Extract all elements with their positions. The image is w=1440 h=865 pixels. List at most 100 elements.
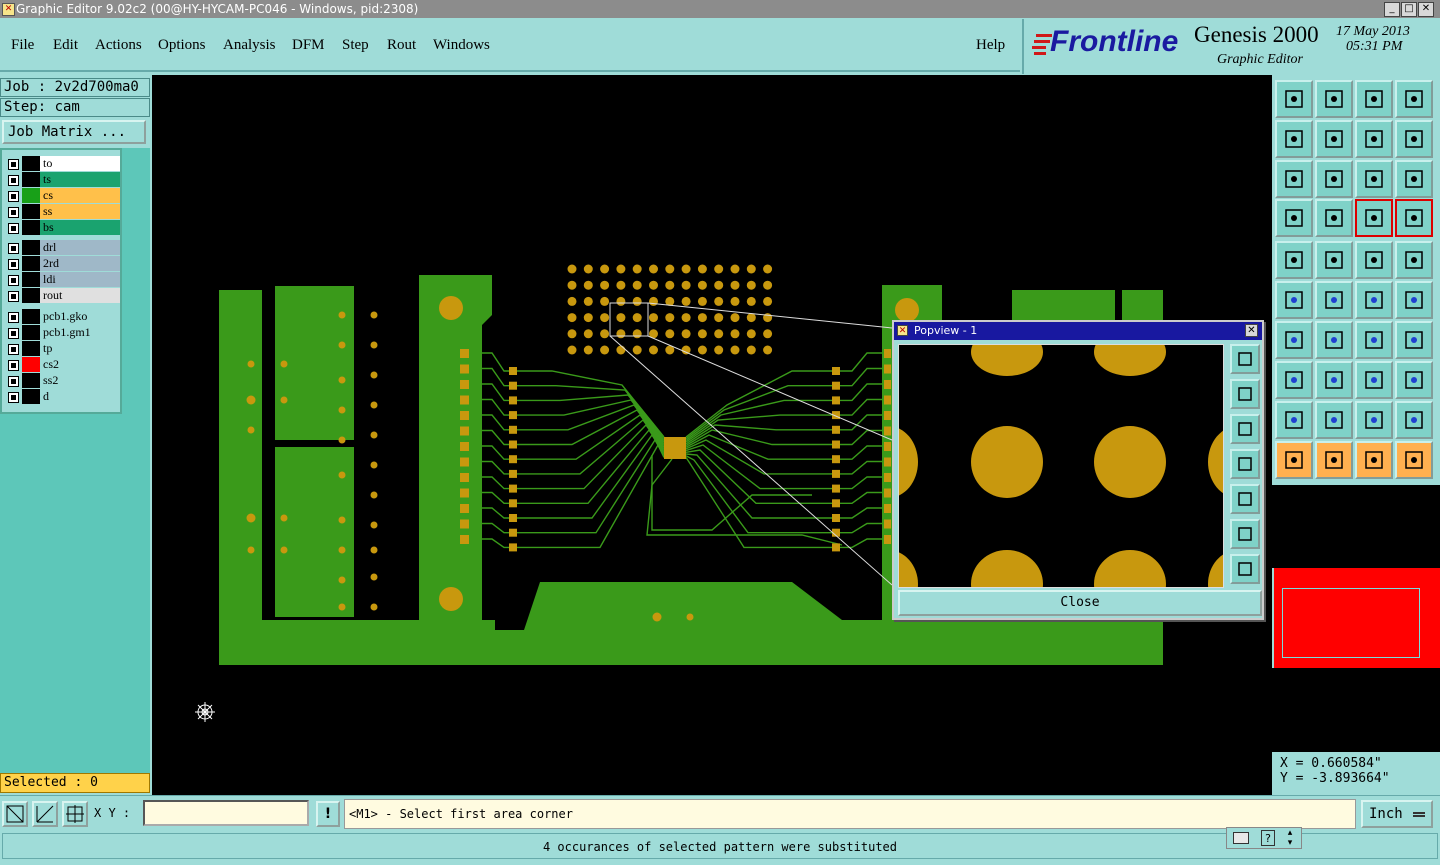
menu-edit[interactable]: Edit (53, 37, 78, 54)
layer-color-swatch[interactable] (22, 357, 40, 372)
popview-window[interactable]: ✕ Popview - 1 ✕ Close (892, 320, 1264, 620)
menu-actions[interactable]: Actions (95, 37, 142, 54)
angle-line-icon[interactable] (1275, 321, 1313, 359)
layer-checkbox[interactable] (8, 159, 19, 170)
triangle-bridge-icon[interactable] (1395, 401, 1433, 439)
query-icon[interactable] (1395, 160, 1433, 198)
layer-row-ss2[interactable]: ss2 (6, 373, 120, 388)
popview-right-icon[interactable] (1230, 484, 1260, 514)
popview-down-icon[interactable] (1230, 414, 1260, 444)
net-highlight-icon[interactable] (1355, 199, 1393, 237)
layer-checkbox[interactable] (8, 360, 19, 371)
layer-name[interactable]: to (40, 156, 120, 171)
layer-color-swatch[interactable] (22, 325, 40, 340)
layer-row-bs[interactable]: bs (6, 220, 120, 235)
drill-icon[interactable] (1315, 199, 1353, 237)
redo-icon[interactable] (1395, 120, 1433, 158)
surface-icon[interactable] (1315, 241, 1353, 279)
scale-1-2-icon[interactable] (1355, 160, 1393, 198)
layer-checkbox[interactable] (8, 175, 19, 186)
popview-left-icon[interactable] (1230, 449, 1260, 479)
menu-file[interactable]: File (11, 37, 34, 54)
add-line-icon[interactable] (1355, 281, 1393, 319)
spin-arrows-icon[interactable]: ▴ ▾ (1283, 828, 1297, 848)
menu-dfm[interactable]: DFM (292, 37, 325, 54)
menu-options[interactable]: Options (158, 37, 206, 54)
popview-zoom-in-icon[interactable] (1230, 344, 1260, 374)
layer-checkbox[interactable] (8, 207, 19, 218)
layer-color-swatch[interactable] (22, 188, 40, 203)
layer-checkbox[interactable] (8, 191, 19, 202)
window-split-icon[interactable] (1395, 80, 1433, 118)
layer-checkbox[interactable] (8, 291, 19, 302)
layer-name[interactable]: ss2 (40, 373, 120, 388)
measure-box-icon[interactable] (1355, 361, 1393, 399)
move-left-icon[interactable] (1275, 120, 1313, 158)
popview-up-icon[interactable] (1230, 379, 1260, 409)
add-arc-icon[interactable] (1395, 281, 1433, 319)
flip-icon[interactable] (1395, 321, 1433, 359)
layer-color-swatch[interactable] (22, 341, 40, 356)
layer-name[interactable]: ss (40, 204, 120, 219)
grid-snap-icon[interactable] (62, 801, 88, 827)
layer-color-swatch[interactable] (22, 288, 40, 303)
menu-help[interactable]: Help (976, 37, 1005, 54)
menu-step[interactable]: Step (342, 37, 369, 54)
units-select[interactable]: Inch (1361, 800, 1433, 828)
zoom-fit-icon[interactable] (1275, 160, 1313, 198)
layer-color-swatch[interactable] (22, 373, 40, 388)
menu-windows[interactable]: Windows (433, 37, 490, 54)
triangle-edit-icon[interactable] (1315, 401, 1353, 439)
layer-name[interactable]: cs (40, 188, 120, 203)
layer-color-swatch[interactable] (22, 256, 40, 271)
select-arrow-icon[interactable] (1275, 441, 1313, 479)
layer-name[interactable]: pcb1.gm1 (40, 325, 120, 340)
layer-color-swatch[interactable] (22, 204, 40, 219)
connect-nodes-icon[interactable] (1275, 281, 1313, 319)
move-right-icon[interactable] (1315, 120, 1353, 158)
layer-row-cs[interactable]: cs (6, 188, 120, 203)
popview-fit-icon[interactable] (1230, 519, 1260, 549)
layer-checkbox[interactable] (8, 275, 19, 286)
minimize-button[interactable]: _ (1384, 2, 1400, 17)
layer-row-pcb1-gko[interactable]: pcb1.gko (6, 309, 120, 324)
menu-rout[interactable]: Rout (387, 37, 416, 54)
help-icon[interactable]: ? (1261, 830, 1275, 846)
layer-color-swatch[interactable] (22, 220, 40, 235)
layer-color-swatch[interactable] (22, 309, 40, 324)
layer-name[interactable]: ts (40, 172, 120, 187)
layer-checkbox[interactable] (8, 312, 19, 323)
home-icon[interactable] (1355, 80, 1393, 118)
layer-name[interactable]: rout (40, 288, 120, 303)
layer-row-drl[interactable]: drl (6, 240, 120, 255)
layer-name[interactable]: d (40, 389, 120, 404)
ruler-icon[interactable] (1355, 241, 1393, 279)
layer-color-swatch[interactable] (22, 389, 40, 404)
layer-checkbox[interactable] (8, 344, 19, 355)
zoom-home-icon[interactable] (1315, 160, 1353, 198)
cross-node-icon[interactable] (1315, 281, 1353, 319)
layer-checkbox[interactable] (8, 243, 19, 254)
layer-color-swatch[interactable] (22, 172, 40, 187)
layer-name[interactable]: cs2 (40, 357, 120, 372)
triangle-cut-icon[interactable] (1355, 401, 1393, 439)
layer-name[interactable]: pcb1.gko (40, 309, 120, 324)
select-poly-icon[interactable] (1355, 441, 1393, 479)
zoom-box-icon[interactable] (2, 801, 28, 827)
layer-name[interactable]: ldi (40, 272, 120, 287)
layer-row-ts[interactable]: ts (6, 172, 120, 187)
snap-tool-icon[interactable] (1275, 199, 1313, 237)
layer-color-swatch[interactable] (22, 156, 40, 171)
slope-line-icon[interactable] (1315, 321, 1353, 359)
layer-row-d[interactable]: d (6, 389, 120, 404)
undo-icon[interactable] (1355, 120, 1393, 158)
popview-canvas[interactable] (898, 344, 1224, 588)
save-layer-icon[interactable] (1315, 80, 1353, 118)
measure-icon[interactable] (32, 801, 58, 827)
layer-row-ss[interactable]: ss (6, 204, 120, 219)
layer-color-swatch[interactable] (22, 240, 40, 255)
layer-checkbox[interactable] (8, 376, 19, 387)
pad-select-icon[interactable] (1275, 361, 1313, 399)
overview-minimap[interactable] (1274, 568, 1440, 668)
select-net-icon[interactable] (1395, 441, 1433, 479)
